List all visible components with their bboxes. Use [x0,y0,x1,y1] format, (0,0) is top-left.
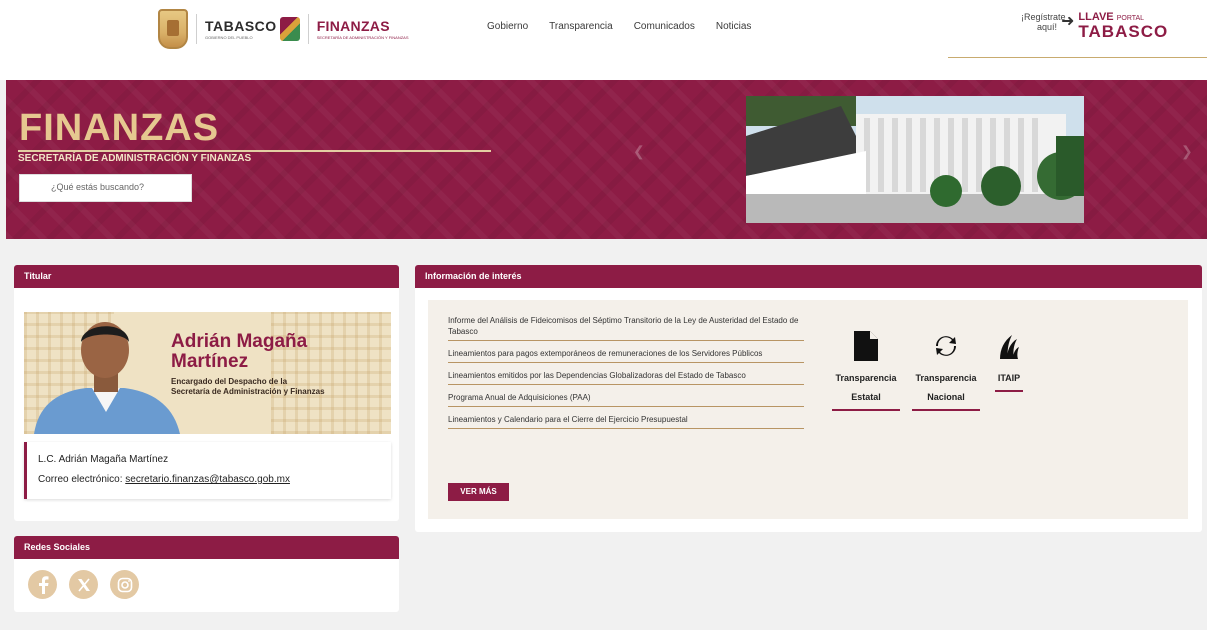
info-link-lineamientos[interactable]: Lineamientos emitidos por las Dependenci… [448,370,804,385]
titular-heading: Titular [14,265,399,288]
info-link-fideicomisos[interactable]: Informe del Análisis de Fideicomisos del… [448,315,804,341]
info-link-list: Informe del Análisis de Fideicomisos del… [448,315,804,436]
hero-title: FINANZAS [19,107,220,149]
nav-noticias[interactable]: Noticias [716,21,752,32]
tabasco-wordmark: TABASCO [205,18,277,34]
tile-nacional-line2: Nacional [927,392,965,402]
header-accent-line [948,57,1207,58]
hero-banner: FINANZAS SECRETARÍA DE ADMINISTRACIÓN Y … [6,80,1207,239]
titular-banner-name-1: Adrián Magaña [171,331,308,352]
sync-icon [934,330,958,362]
tile-itaip-label: ITAIP [997,373,1021,383]
tile-estatal-line2: Estatal [851,392,881,402]
finanzas-logo-text: FINANZAS SECRETARÍA DE ADMINISTRACIÓN Y … [317,18,409,40]
arrow-right-icon: ➜ [1061,13,1075,30]
tile-itaip-underline [995,390,1023,392]
coat-of-arms-icon [158,9,188,49]
facebook-icon[interactable] [28,570,57,599]
itaip-logo-icon [998,330,1020,362]
site-logo[interactable]: TABASCO GOBIERNO DEL PUEBLO FINANZAS SEC… [158,8,408,50]
hero-subtitle: SECRETARÍA DE ADMINISTRACIÓN Y FINANZAS [18,153,252,164]
chevron-left-icon[interactable]: ❮ [633,143,645,160]
finanzas-wordmark: FINANZAS [316,18,390,34]
tile-transparencia-nacional[interactable]: Transparencia Nacional [906,330,986,411]
titular-portrait-banner: Adrián Magaña Martínez Encargado del Des… [24,312,391,434]
register-text: ¡Regístrate aquí! [1021,12,1066,32]
tile-itaip[interactable]: ITAIP [989,330,1029,411]
logo-divider-2 [307,14,309,44]
titular-panel: Titular Adrián Magaña Martínez Encargado… [14,265,399,521]
tabasco-tagline: GOBIERNO DEL PUEBLO [205,35,253,40]
nav-transparencia[interactable]: Transparencia [549,21,613,32]
titular-contact-card: L.C. Adrián Magaña Martínez Correo elect… [24,442,391,499]
info-link-cierre[interactable]: Lineamientos y Calendario para el Cierre… [448,414,804,429]
nav-gobierno[interactable]: Gobierno [487,21,528,32]
titular-banner-role-2: Secretaría de Administración y Finanzas [171,387,325,396]
email-link[interactable]: secretario.finanzas@tabasco.gob.mx [125,474,290,485]
titular-banner-role-1: Encargado del Despacho de la [171,377,288,386]
search-input[interactable]: ¿Qué estás buscando? [19,174,192,202]
tabasco-logo-text: TABASCO GOBIERNO DEL PUEBLO [205,18,277,40]
email-label: Correo electrónico: [38,474,123,485]
document-icon [854,330,878,362]
info-heading: Información de interés [415,265,1202,288]
tabasco-mark-icon [279,17,300,41]
tile-estatal-label: Transparencia Estatal [835,369,896,407]
tabasco-llave-word: TABASCO [1078,22,1169,41]
titular-email-row: Correo electrónico: secretario.finanzas@… [38,474,290,485]
tile-nacional-label: Transparencia Nacional [915,369,976,407]
nav-comunicados[interactable]: Comunicados [634,21,695,32]
tile-transparencia-estatal[interactable]: Transparencia Estatal [826,330,906,411]
building-photo [746,96,1084,223]
hero-divider [18,150,491,152]
info-link-paa[interactable]: Programa Anual de Adquisiciones (PAA) [448,392,804,407]
tile-nacional-line1: Transparencia [915,373,977,383]
titular-name: L.C. Adrián Magaña Martínez [38,454,169,465]
ver-mas-button[interactable]: VER MÁS [448,483,509,501]
titular-banner-role: Encargado del Despacho de la Secretaría … [171,377,371,397]
llave-logo: LLAVE PORTAL TABASCO [1078,12,1169,41]
llave-portal-link[interactable]: ¡Regístrate aquí! ➜ LLAVE PORTAL TABASCO [1021,12,1169,41]
transparency-tiles: Transparencia Estatal Transparencia Naci… [826,330,1029,411]
tile-estatal-line1: Transparencia [835,373,897,383]
info-panel: Información de interés Informe del Análi… [415,265,1202,532]
x-icon[interactable] [69,570,98,599]
tile-nacional-underline [912,409,980,411]
portal-word: PORTAL [1116,15,1145,22]
info-content: Informe del Análisis de Fideicomisos del… [428,300,1188,519]
chevron-right-icon[interactable]: ❯ [1181,143,1193,160]
titular-banner-name-2: Martínez [171,351,249,372]
portrait-photo [34,322,180,434]
site-header: TABASCO GOBIERNO DEL PUEBLO FINANZAS SEC… [0,0,1207,80]
social-panel: Redes Sociales [14,536,399,612]
info-link-pagos[interactable]: Lineamientos para pagos extemporáneos de… [448,348,804,363]
finanzas-tagline: SECRETARÍA DE ADMINISTRACIÓN Y FINANZAS [316,35,409,40]
instagram-icon[interactable] [110,570,139,599]
logo-divider [196,14,197,44]
titular-banner-name: Adrián Magaña Martínez [171,332,307,372]
tile-estatal-underline [832,409,900,411]
main-nav: Gobierno Transparencia Comunicados Notic… [487,21,751,32]
social-heading: Redes Sociales [14,536,399,559]
